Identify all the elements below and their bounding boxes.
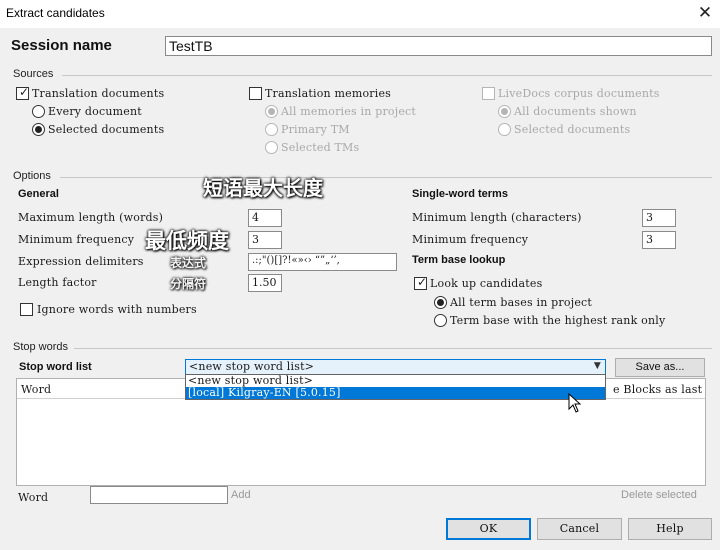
min-length-chars-input[interactable]: 3	[642, 209, 676, 227]
length-factor-label: Length factor	[18, 276, 97, 289]
all-memories-radio[interactable]	[265, 105, 278, 118]
column-right[interactable]: e Blocks as last	[613, 383, 702, 396]
max-phrase-length-annotation: 短语最大长度	[203, 176, 323, 200]
sw-min-frequency-input[interactable]: 3	[642, 231, 676, 249]
save-as-button[interactable]: Save as...	[615, 358, 705, 377]
selected-tms-radio[interactable]	[265, 141, 278, 154]
mouse-cursor-icon	[568, 393, 582, 413]
stop-words-group-label: Stop words	[13, 341, 69, 353]
livedocs-checkbox[interactable]	[482, 87, 495, 100]
word-label: Word	[18, 491, 49, 504]
min-length-chars-label: Minimum length (characters)	[412, 211, 582, 224]
look-up-candidates-checkbox[interactable]: ✓	[414, 275, 428, 290]
selected-tms-label: Selected TMs	[281, 141, 360, 154]
check-icon: ✓	[19, 85, 30, 99]
options-divider	[60, 177, 712, 178]
highest-rank-radio[interactable]	[434, 314, 447, 327]
general-heading: General	[18, 188, 59, 200]
translation-documents-label: Translation documents	[32, 87, 165, 100]
highest-rank-label: Term base with the highest rank only	[450, 314, 666, 327]
livedocs-selected-documents-label: Selected documents	[514, 123, 631, 136]
min-frequency-label: Minimum frequency	[18, 233, 135, 246]
sources-group-label: Sources	[13, 68, 54, 80]
max-length-input[interactable]: 4	[248, 209, 282, 227]
max-length-label: Maximum length (words)	[18, 211, 164, 224]
delimiter-annotation: 分隔符	[170, 277, 207, 291]
all-term-bases-label: All term bases in project	[450, 296, 593, 309]
term-base-lookup-heading: Term base lookup	[412, 254, 506, 266]
length-factor-input[interactable]: 1.50	[248, 274, 282, 292]
cancel-button[interactable]: Cancel	[537, 518, 622, 540]
min-frequency-annotation: 最低频度	[145, 229, 229, 253]
dropdown-option-selected[interactable]: [local] Kilgray-EN [5.0.15]	[186, 387, 605, 399]
livedocs-label: LiveDocs corpus documents	[498, 87, 660, 100]
help-button[interactable]: Help	[628, 518, 712, 540]
livedocs-selected-documents-radio[interactable]	[498, 123, 511, 136]
title-bar: Extract candidates ✕	[0, 0, 720, 28]
sw-min-frequency-label: Minimum frequency	[412, 233, 529, 246]
close-icon[interactable]: ✕	[694, 2, 716, 24]
session-name-input[interactable]: TestTB	[165, 36, 712, 56]
window-title: Extract candidates	[6, 6, 105, 20]
stop-word-list-label: Stop word list	[19, 361, 92, 373]
translation-memories-checkbox[interactable]	[249, 87, 262, 100]
options-group-label: Options	[13, 170, 51, 182]
every-document-radio[interactable]	[32, 105, 45, 118]
expression-delimiters-input[interactable]: .:;"()[]?!«»‹› “”„‘’,	[248, 253, 397, 271]
translation-documents-checkbox[interactable]: ✓	[16, 85, 30, 100]
every-document-label: Every document	[48, 105, 142, 118]
selected-documents-radio[interactable]	[32, 123, 45, 136]
all-documents-shown-radio[interactable]	[498, 105, 511, 118]
session-name-label: Session name	[11, 37, 112, 54]
look-up-candidates-label: Look up candidates	[430, 277, 543, 290]
stop-word-list-dropdown: <new stop word list> [local] Kilgray-EN …	[185, 374, 606, 400]
chevron-down-icon[interactable]: ▼	[594, 361, 601, 371]
primary-tm-radio[interactable]	[265, 123, 278, 136]
all-memories-label: All memories in project	[281, 105, 417, 118]
add-button[interactable]: Add	[231, 489, 251, 501]
stop-words-divider	[74, 348, 712, 349]
delete-selected-button[interactable]: Delete selected	[621, 489, 697, 501]
ignore-numbers-label: Ignore words with numbers	[37, 303, 197, 316]
ignore-numbers-checkbox[interactable]	[20, 303, 33, 316]
check-icon: ✓	[417, 275, 428, 289]
all-documents-shown-label: All documents shown	[514, 105, 637, 118]
min-frequency-input[interactable]: 3	[248, 231, 282, 249]
stop-word-list-value: <new stop word list>	[189, 360, 315, 373]
single-word-heading: Single-word terms	[412, 188, 508, 200]
all-term-bases-radio[interactable]	[434, 296, 447, 309]
expression-delimiters-label: Expression delimiters	[18, 255, 144, 268]
translation-memories-label: Translation memories	[265, 87, 392, 100]
sources-divider	[62, 75, 712, 76]
ok-button[interactable]: OK	[446, 518, 531, 540]
selected-documents-label: Selected documents	[48, 123, 165, 136]
column-word[interactable]: Word	[21, 383, 51, 396]
word-input[interactable]	[90, 486, 228, 504]
primary-tm-label: Primary TM	[281, 123, 350, 136]
expression-annotation: 表达式	[170, 256, 207, 270]
